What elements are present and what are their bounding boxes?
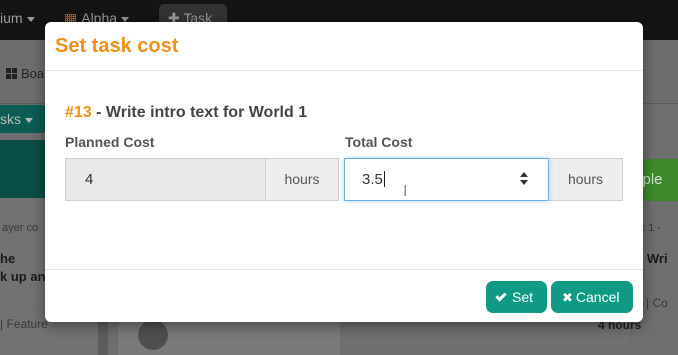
total-cost-label: Total Cost	[345, 134, 413, 150]
spinner-up-icon[interactable]	[520, 172, 528, 177]
planned-cost-label: Planned Cost	[65, 134, 155, 150]
dialog-header: Set task cost	[45, 22, 643, 71]
chevron-down-icon	[26, 16, 35, 22]
planned-cost-group: 4 hours	[65, 158, 339, 201]
ibeam-cursor-icon: Ι	[403, 182, 408, 200]
set-button[interactable]: Set	[486, 281, 547, 313]
text-cursor	[383, 171, 385, 187]
cancel-button[interactable]: ✖ Cancel	[551, 281, 633, 313]
planned-cost-unit: hours	[266, 158, 339, 201]
column-meta: ayer co	[2, 222, 39, 234]
check-icon	[495, 290, 507, 302]
number-spinner[interactable]	[518, 170, 530, 190]
task-id: #13	[65, 104, 92, 121]
avatar	[138, 320, 168, 350]
total-cost-unit: hours	[549, 158, 623, 201]
tasks-dropdown-button[interactable]: sks	[0, 105, 46, 133]
task-title: - Write intro text for World 1	[91, 104, 308, 121]
task-heading: #13 - Write intro text for World 1	[65, 104, 307, 122]
spinner-down-icon[interactable]	[520, 180, 528, 185]
dialog-footer: Set ✖ Cancel	[45, 269, 643, 322]
planned-cost-field: 4	[65, 158, 266, 201]
boards-tab[interactable]: Boa	[6, 66, 44, 81]
total-cost-group: 3.5 Ι hours	[344, 158, 623, 201]
task-card-meta: | Feature	[0, 317, 48, 331]
dialog-body: #13 - Write intro text for World 1 Plann…	[45, 71, 643, 270]
grid-icon	[6, 68, 17, 79]
dialog-title: Set task cost	[55, 35, 179, 57]
project-menu[interactable]: ium	[0, 10, 35, 26]
task-card-title[interactable]: he k up an	[0, 250, 46, 286]
total-cost-input[interactable]: 3.5 Ι	[344, 158, 549, 201]
set-task-cost-dialog: Set task cost #13 - Write intro text for…	[45, 22, 643, 322]
chevron-down-icon	[25, 117, 33, 123]
close-icon: ✖	[562, 291, 573, 306]
